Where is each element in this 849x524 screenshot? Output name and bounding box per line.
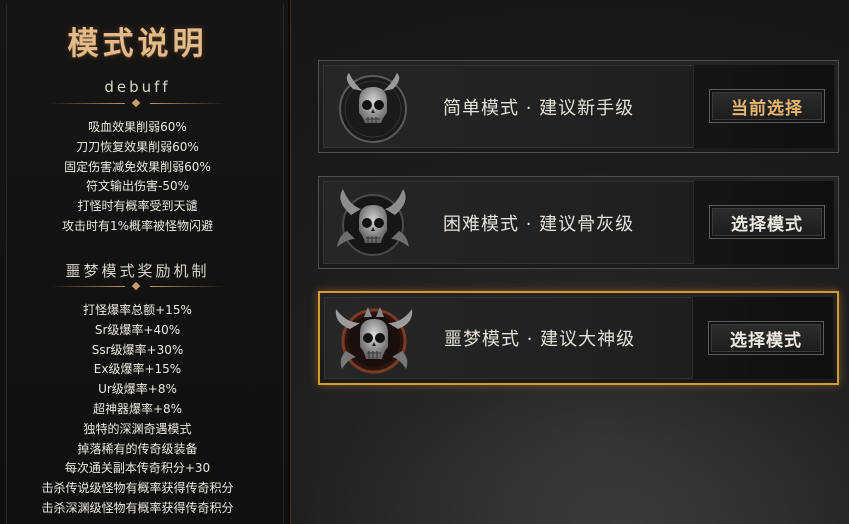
reward-heading: 噩梦模式奖励机制 xyxy=(65,262,210,280)
reward-item: 每次通关副本传奇积分+30 xyxy=(64,461,211,476)
debuff-list: 吸血效果削弱60% 刀刀恢复效果削弱60% 固定伤害减免效果削弱60% 符文输出… xyxy=(0,118,275,237)
panel-title: 模式说明 xyxy=(67,26,208,62)
debuff-item: 攻击时有1%概率被怪物闪避 xyxy=(61,218,214,233)
mode-card-nightmare[interactable]: 噩梦模式 · 建议大神级 选择模式 xyxy=(318,291,839,385)
mode-card-hard[interactable]: 困难模式 · 建议骨灰级 选择模式 xyxy=(318,176,839,269)
mode-label-nightmare: 噩梦模式 · 建议大神级 xyxy=(444,329,636,350)
reward-item: Ex级爆率+15% xyxy=(93,362,182,377)
reward-item: 掉落稀有的传奇级装备 xyxy=(77,441,198,456)
select-mode-button-hard[interactable]: 选择模式 xyxy=(709,205,825,239)
debuff-item: 刀刀恢复效果削弱60% xyxy=(76,139,199,154)
reward-item: 超神器爆率+8% xyxy=(92,401,183,416)
debuff-item: 吸血效果削弱60% xyxy=(88,120,187,134)
current-selection-button[interactable]: 当前选择 xyxy=(709,89,825,123)
mode-label-hard: 困难模式 · 建议骨灰级 xyxy=(443,213,635,235)
skull-emblem-nightmare-icon xyxy=(335,307,413,374)
reward-item: 独特的深渊奇遇模式 xyxy=(83,421,192,436)
reward-list: 打怪爆率总额+15% Sr级爆率+40% Ssr级爆率+30% Ex级爆率+15… xyxy=(0,301,275,519)
select-mode-button-nightmare[interactable]: 选择模式 xyxy=(708,321,824,355)
mode-card-easy[interactable]: 简单模式 · 建议新手级 当前选择 xyxy=(318,60,839,153)
ornament-divider xyxy=(50,281,225,291)
reward-item: Ur级爆率+8% xyxy=(98,382,177,397)
reward-item: 击杀传说级怪物有概率获得传奇积分 xyxy=(41,481,234,496)
background-fog xyxy=(290,374,849,524)
skull-emblem-hard-icon xyxy=(337,189,409,256)
debuff-item: 固定伤害减免效果削弱60% xyxy=(64,159,211,174)
reward-item: Sr级爆率+40% xyxy=(94,322,181,337)
mode-description-panel: 模式说明 debuff 吸血效果削弱60% 刀刀恢复效果削弱60% 固定伤害减免… xyxy=(0,0,291,524)
debuff-item: 打怪时有概率受到天谴 xyxy=(77,199,198,214)
ornament-divider xyxy=(50,98,225,108)
skull-emblem-easy-icon xyxy=(339,73,407,143)
debuff-heading: debuff xyxy=(104,78,171,96)
reward-item: 击杀深渊级怪物有概率获得传奇积分 xyxy=(41,500,234,515)
reward-item: Ssr级爆率+30% xyxy=(91,342,184,357)
debuff-item: 符文输出伤害-50% xyxy=(85,179,189,194)
mode-label-easy: 简单模式 · 建议新手级 xyxy=(443,97,635,119)
reward-item: 打怪爆率总额+15% xyxy=(83,303,192,317)
